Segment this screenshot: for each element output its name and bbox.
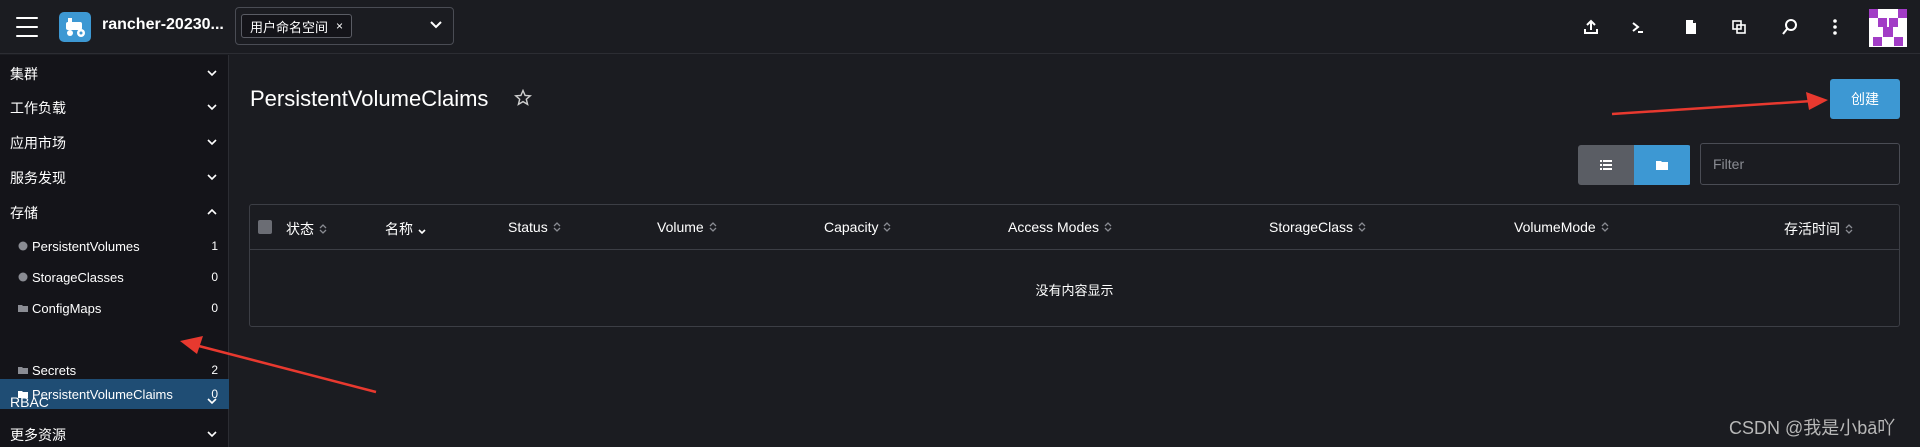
sidebar-item-secrets[interactable]: Secrets 2 — [0, 355, 229, 385]
namespace-select[interactable]: 用户命名空间 × — [235, 7, 454, 45]
nav-group-storage[interactable]: 存储 — [0, 196, 229, 230]
top-header: rancher-20230... 用户命名空间 × — [0, 0, 1920, 54]
view-mode-toggle — [1578, 145, 1691, 185]
column-header-storageclass[interactable]: StorageClass — [1269, 219, 1366, 235]
nav-group-label: 集群 — [10, 66, 38, 82]
sort-icon — [319, 224, 327, 234]
sort-icon — [1845, 224, 1853, 234]
sidebar-item-persistentvolumes[interactable]: PersistentVolumes 1 — [0, 231, 229, 261]
sidebar-item-label: StorageClasses — [32, 269, 124, 285]
column-header-volumemode[interactable]: VolumeMode — [1514, 219, 1609, 235]
chevron-up-icon — [207, 208, 217, 215]
empty-state-message: 没有内容显示 — [1035, 282, 1114, 298]
group-by-namespace-button[interactable] — [1634, 145, 1690, 185]
item-count: 0 — [211, 270, 218, 284]
hamburger-menu-icon[interactable] — [16, 17, 38, 37]
watermark: CSDN @我是小bā吖 — [1729, 418, 1896, 438]
item-count: 2 — [211, 363, 218, 377]
star-icon[interactable] — [514, 89, 532, 107]
column-header-status[interactable]: Status — [508, 219, 561, 235]
folder-icon — [18, 305, 28, 312]
chevron-down-icon — [207, 174, 217, 181]
column-header-state[interactable]: 状态 — [286, 219, 327, 239]
copy-icon[interactable] — [1728, 16, 1750, 38]
nav-group-label: 应用市场 — [10, 135, 66, 151]
sidebar-item-configmaps[interactable]: ConfigMaps 0 — [0, 293, 229, 323]
sort-icon — [1104, 222, 1112, 232]
column-header-capacity[interactable]: Capacity — [824, 219, 891, 235]
sort-icon — [553, 222, 561, 232]
select-all-checkbox[interactable] — [258, 220, 272, 234]
nav-group-workloads[interactable]: 工作负载 — [0, 91, 229, 125]
rancher-logo-icon — [59, 12, 91, 42]
nav-group-label: 服务发现 — [10, 170, 66, 186]
nav-group-label: RBAC — [10, 394, 49, 410]
sort-desc-icon — [418, 229, 426, 235]
filter-input[interactable] — [1700, 143, 1900, 185]
list-view-button[interactable] — [1578, 145, 1634, 185]
table-header: 状态 名称 Status Volume Capacity Access Mode… — [250, 205, 1899, 250]
search-icon[interactable] — [1779, 16, 1801, 38]
globe-icon — [18, 272, 28, 282]
user-avatar[interactable] — [1869, 9, 1907, 47]
namespace-chip: 用户命名空间 × — [241, 14, 353, 38]
sidebar: 集群 工作负载 应用市场 服务发现 存储 PersistentVolumes 1… — [0, 55, 229, 447]
sidebar-item-label: PersistentVolumes — [32, 238, 140, 254]
arrow-to-create-button — [1611, 92, 1828, 116]
chip-remove-icon[interactable]: × — [336, 19, 343, 33]
file-icon[interactable] — [1680, 16, 1702, 38]
chevron-down-icon — [207, 139, 217, 146]
globe-icon — [18, 241, 28, 251]
sort-icon — [1601, 222, 1609, 232]
kubectl-shell-icon[interactable] — [1627, 16, 1649, 38]
sidebar-item-label: ConfigMaps — [32, 300, 102, 316]
more-vertical-icon[interactable] — [1824, 16, 1846, 38]
item-count: 1 — [211, 239, 218, 253]
column-header-access-modes[interactable]: Access Modes — [1008, 219, 1112, 235]
create-button[interactable]: 创建 — [1830, 79, 1900, 119]
item-count: 0 — [211, 301, 218, 315]
nav-group-rbac[interactable]: RBAC — [0, 385, 229, 419]
chevron-down-icon — [207, 70, 217, 77]
column-header-age[interactable]: 存活时间 — [1784, 219, 1853, 239]
chevron-down-icon — [207, 104, 217, 111]
column-header-name[interactable]: 名称 — [385, 219, 426, 239]
column-header-volume[interactable]: Volume — [657, 219, 717, 235]
chevron-down-icon — [207, 398, 217, 405]
cluster-name[interactable]: rancher-20230... — [102, 16, 224, 34]
chevron-down-icon[interactable] — [429, 18, 443, 32]
sidebar-item-label: Secrets — [32, 362, 77, 378]
nav-group-label: 更多资源 — [10, 427, 66, 443]
nav-group-apps[interactable]: 应用市场 — [0, 126, 229, 160]
sort-icon — [1358, 222, 1366, 232]
upload-icon[interactable] — [1580, 16, 1602, 38]
pvc-table: 状态 名称 Status Volume Capacity Access Mode… — [249, 204, 1900, 327]
sort-icon — [884, 222, 891, 232]
sort-icon — [709, 222, 717, 232]
folder-icon — [18, 367, 28, 374]
sidebar-item-storageclasses[interactable]: StorageClasses 0 — [0, 262, 229, 292]
folder-icon — [1656, 161, 1668, 170]
page-title: PersistentVolumeClaims — [250, 86, 489, 111]
nav-group-more-resources[interactable]: 更多资源 — [0, 418, 229, 447]
list-icon — [1600, 160, 1612, 170]
namespace-chip-label: 用户命名空间 — [250, 19, 329, 35]
nav-group-service-discovery[interactable]: 服务发现 — [0, 161, 229, 195]
nav-group-cluster[interactable]: 集群 — [0, 57, 229, 91]
nav-group-label: 工作负载 — [10, 100, 66, 116]
chevron-down-icon — [207, 431, 217, 438]
nav-group-label: 存储 — [10, 205, 38, 221]
